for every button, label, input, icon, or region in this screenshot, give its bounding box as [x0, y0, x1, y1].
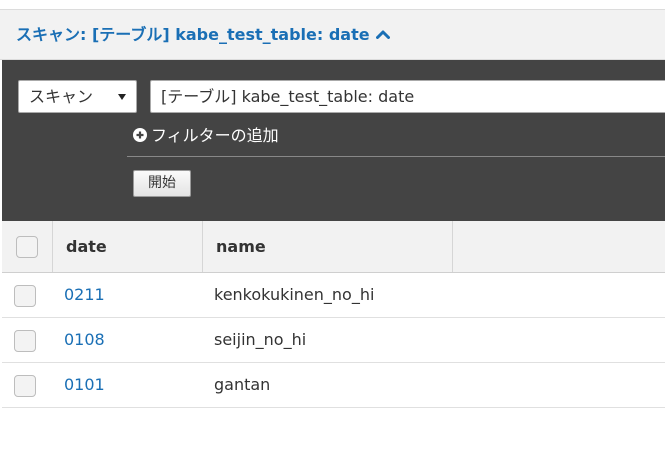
- target-table-value: [テーブル] kabe_test_table: date: [161, 87, 415, 106]
- scan-header-toggle[interactable]: スキャン: [テーブル] kabe_test_table: date: [16, 10, 390, 59]
- row-checkbox[interactable]: [14, 285, 36, 307]
- scan-header: スキャン: [テーブル] kabe_test_table: date: [0, 9, 665, 60]
- row-date-link[interactable]: 0211: [64, 273, 105, 317]
- add-filter-link[interactable]: フィルターの追加: [133, 124, 279, 148]
- chevron-up-icon: [375, 30, 390, 39]
- column-header-name[interactable]: name: [216, 221, 266, 272]
- column-separator: [202, 221, 203, 272]
- plus-circle-icon: [133, 128, 147, 142]
- column-separator: [52, 221, 53, 272]
- table-header: date name: [2, 221, 665, 273]
- page-title: スキャン: [テーブル] kabe_test_table: date: [16, 25, 370, 44]
- row-date-link[interactable]: 0108: [64, 318, 105, 362]
- row-name: seijin_no_hi: [214, 330, 307, 349]
- row-name: gantan: [214, 375, 271, 394]
- operation-select-value: スキャン: [29, 87, 94, 106]
- row-checkbox[interactable]: [14, 375, 36, 397]
- select-all-checkbox[interactable]: [16, 236, 38, 258]
- target-table-select[interactable]: [テーブル] kabe_test_table: date: [150, 80, 665, 113]
- panel-divider: [127, 156, 665, 157]
- table-row: 0211 kenkokukinen_no_hi: [2, 273, 665, 318]
- row-checkbox[interactable]: [14, 330, 36, 352]
- column-separator: [452, 221, 453, 272]
- operation-select[interactable]: スキャン: [18, 80, 137, 113]
- query-panel: スキャン [テーブル] kabe_test_table: date フィルターの…: [2, 60, 665, 221]
- dropdown-arrow-icon: [118, 94, 126, 100]
- add-filter-label: フィルターの追加: [151, 126, 279, 145]
- row-date-link[interactable]: 0101: [64, 363, 105, 407]
- table-row: 0108 seijin_no_hi: [2, 318, 665, 363]
- scan-page: スキャン: [テーブル] kabe_test_table: date スキャン …: [0, 0, 665, 471]
- column-header-date[interactable]: date: [66, 221, 107, 272]
- start-button[interactable]: 開始: [133, 170, 191, 197]
- row-name: kenkokukinen_no_hi: [214, 285, 375, 304]
- table-row: 0101 gantan: [2, 363, 665, 408]
